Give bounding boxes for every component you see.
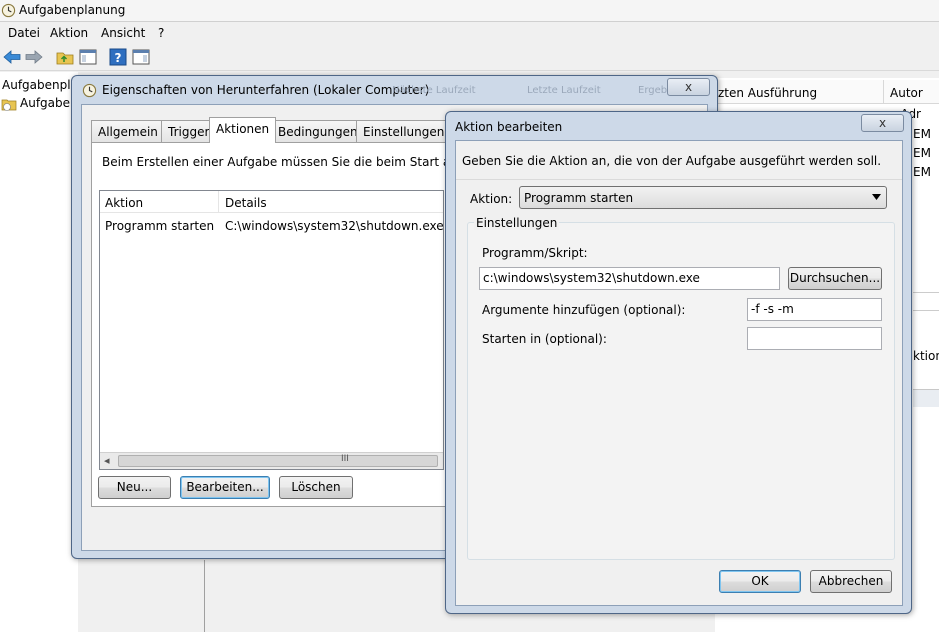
- help-icon[interactable]: ?: [108, 47, 128, 67]
- settings-group-label: Einstellungen: [474, 216, 560, 230]
- start-in-label: Starten in (optional):: [482, 332, 607, 346]
- scroll-thumb[interactable]: III: [118, 454, 438, 467]
- column-action[interactable]: Aktion: [105, 196, 143, 210]
- column-divider: [218, 191, 219, 213]
- action-select-value: Programm starten: [524, 191, 634, 205]
- edit-action-dialog: Aktion bearbeiten x Geben Sie die Aktion…: [445, 111, 912, 614]
- menu-help[interactable]: ?: [158, 26, 164, 40]
- menu-datei[interactable]: Datei: [8, 26, 40, 40]
- close-button[interactable]: x: [667, 78, 710, 96]
- column-author[interactable]: Autor: [890, 86, 923, 100]
- clock-icon: [82, 83, 97, 98]
- author-cell: EM: [913, 127, 931, 141]
- main-window-title: Aufgabenplanung: [19, 3, 126, 17]
- tab-allgemein[interactable]: Allgemein: [91, 120, 165, 142]
- author-cell: EM: [913, 146, 931, 160]
- close-icon: x: [878, 116, 887, 130]
- show-hide-pane-icon[interactable]: [78, 47, 98, 67]
- tab-einstellungen[interactable]: Einstellungen: [356, 120, 452, 142]
- close-button[interactable]: x: [861, 114, 904, 132]
- arguments-label: Argumente hinzufügen (optional):: [482, 303, 686, 317]
- pane-splitter: [204, 560, 205, 632]
- author-cell: EM: [913, 165, 931, 179]
- pane-divider: [913, 310, 939, 311]
- tab-description: Beim Erstellen einer Aufgabe müssen Sie …: [102, 155, 479, 169]
- action-select[interactable]: Programm starten: [519, 186, 887, 209]
- program-input[interactable]: c:\windows\system32\shutdown.exe: [479, 267, 780, 290]
- action-list: Aktion Details Programm starten C:\windo…: [99, 190, 444, 470]
- menu-bar: Datei Aktion Ansicht ?: [0, 22, 939, 43]
- close-icon: x: [684, 80, 693, 94]
- table-row[interactable]: Programm starten C:\windows\system32\shu…: [100, 216, 444, 236]
- edit-dialog-body: Geben Sie die Aktion an, die von der Auf…: [455, 140, 903, 606]
- menu-ansicht[interactable]: Ansicht: [101, 26, 145, 40]
- horizontal-scrollbar[interactable]: ◂ III: [100, 452, 443, 469]
- ok-button[interactable]: OK: [719, 570, 801, 593]
- main-titlebar: Aufgabenplanung: [0, 0, 939, 22]
- scroll-left-icon[interactable]: ◂: [104, 454, 110, 467]
- action-list-header: Aktion Details: [100, 191, 443, 213]
- properties-dialog-title: Eigenschaften von Herunterfahren (Lokale…: [102, 83, 430, 97]
- new-button[interactable]: Neu...: [98, 476, 171, 499]
- edit-dialog-title: Aktion bearbeiten: [455, 120, 563, 134]
- navigation-tree: Aufgabenplar Aufgaben: [0, 72, 83, 632]
- row-action-cell: Programm starten: [105, 219, 215, 233]
- back-arrow-icon[interactable]: [2, 47, 22, 67]
- tab-bedingungen[interactable]: Bedingungen: [271, 120, 365, 142]
- task-list-header: zten Ausführung Autor: [715, 80, 939, 104]
- column-details[interactable]: Details: [225, 196, 267, 210]
- cancel-button[interactable]: Abbrechen: [810, 570, 892, 593]
- start-in-input[interactable]: [747, 327, 882, 350]
- pane-divider: [913, 292, 939, 293]
- delete-button[interactable]: Löschen: [279, 476, 353, 499]
- faded-column: Letzte Laufzeit: [527, 85, 601, 96]
- actions-pane-header: [913, 389, 939, 407]
- separator: [456, 179, 902, 180]
- column-last-run[interactable]: zten Ausführung: [718, 86, 817, 100]
- column-divider: [883, 80, 884, 104]
- scroll-grip-icon: III: [341, 454, 349, 464]
- menu-aktion[interactable]: Aktion: [50, 26, 88, 40]
- tree-child-item[interactable]: Aufgaben: [20, 96, 78, 110]
- forward-arrow-icon[interactable]: [24, 47, 44, 67]
- task-scheduler-clock-icon: [1, 3, 16, 18]
- row-details-cell: C:\windows\system32\shutdown.exe -f -: [225, 219, 444, 233]
- action-label: Aktion:: [470, 192, 513, 206]
- program-label: Programm/Skript:: [482, 246, 588, 260]
- action-pane-icon[interactable]: [131, 47, 151, 67]
- svg-text:?: ?: [115, 51, 122, 65]
- browse-button[interactable]: Durchsuchen...: [788, 267, 882, 290]
- chevron-down-icon: [872, 194, 881, 200]
- folder-clock-icon: [1, 99, 17, 111]
- arguments-input[interactable]: -f -s -m: [747, 298, 882, 321]
- faded-column: Nächste Laufzeit: [392, 85, 476, 96]
- folder-up-icon[interactable]: [55, 47, 75, 67]
- toolbar: ?: [0, 43, 939, 71]
- edit-button[interactable]: Bearbeiten...: [180, 476, 270, 499]
- actions-pane-text: ktion: [913, 349, 939, 363]
- edit-dialog-description: Geben Sie die Aktion an, die von der Auf…: [462, 154, 882, 168]
- tab-aktionen[interactable]: Aktionen: [209, 117, 277, 143]
